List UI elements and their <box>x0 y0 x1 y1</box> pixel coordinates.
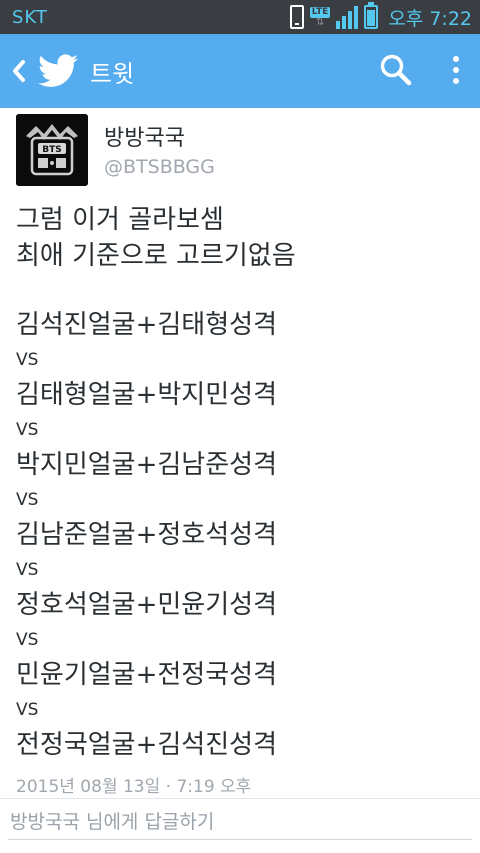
svg-text:BTS: BTS <box>42 145 61 155</box>
user-handle[interactable]: @BTSBBGG <box>104 156 215 178</box>
status-clock: 오후 7:22 <box>388 7 472 30</box>
tweet-intro-line: 그럼 이거 골라보셈 <box>16 205 224 235</box>
combo-line: 민윤기얼굴+전정국성격 <box>16 660 277 690</box>
phone-icon <box>289 5 304 29</box>
tweet-intro-line: 최애 기준으로 고르기없음 <box>16 241 296 271</box>
signal-icon <box>336 5 359 29</box>
bts-logo-avatar: BTS <box>16 114 88 186</box>
tweet-text: 그럼 이거 골라보셈 최애 기준으로 고르기없음 김석진얼굴+김태형성격 VS … <box>16 202 466 763</box>
back-button[interactable] <box>4 34 34 108</box>
twitter-bird-icon <box>38 51 78 91</box>
search-button[interactable] <box>378 52 414 88</box>
overflow-menu-button[interactable] <box>444 52 468 88</box>
combo-line: 박지민얼굴+김남준성격 <box>16 450 277 480</box>
combo-line: 김석진얼굴+김태형성격 <box>16 310 277 340</box>
carrier-label: SKT <box>12 6 48 28</box>
back-icon <box>13 60 25 82</box>
divider <box>0 798 480 799</box>
lte-icon: LTE ⇅ <box>309 6 331 28</box>
network-label: LTE <box>309 6 331 18</box>
vs-label: VS <box>16 560 39 580</box>
display-name[interactable]: 방방국국 <box>104 120 185 152</box>
overflow-menu-icon <box>453 56 459 62</box>
combo-line: 전정국얼굴+김석진성격 <box>16 730 277 760</box>
combo-line: 김태형얼굴+박지민성격 <box>16 380 277 410</box>
battery-icon <box>364 2 379 29</box>
page-title: 트윗 <box>90 59 135 88</box>
avatar[interactable]: BTS <box>16 114 88 186</box>
vs-label: VS <box>16 350 39 370</box>
status-bar: SKT LTE ⇅ 오후 7:22 <box>0 0 480 34</box>
search-icon <box>380 54 412 86</box>
vs-label: VS <box>16 490 39 510</box>
vs-label: VS <box>16 630 39 650</box>
reply-input[interactable] <box>8 804 472 840</box>
tweet-timestamp: 2015년 08월 13일 · 7:19 오후 <box>16 777 252 797</box>
app-bar: 트윗 <box>0 34 480 108</box>
vs-label: VS <box>16 420 39 440</box>
vs-label: VS <box>16 700 39 720</box>
combo-line: 정호석얼굴+민윤기성격 <box>16 590 277 620</box>
status-icons: LTE ⇅ 오후 7:22 <box>289 2 472 31</box>
combo-line: 김남준얼굴+정호석성격 <box>16 520 277 550</box>
